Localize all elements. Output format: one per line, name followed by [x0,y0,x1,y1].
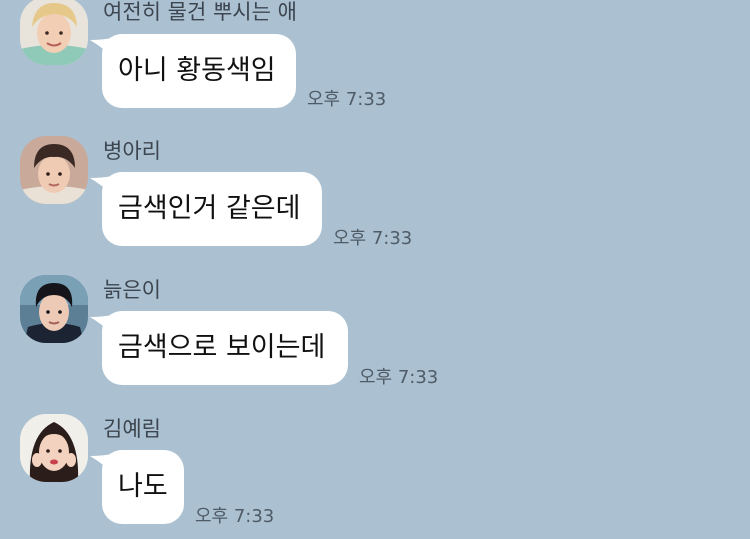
sender-name: 여전히 물건 뿌시는 애 [103,0,297,24]
message-time: 오후 7:33 [359,367,439,388]
message-text: 나도 [118,471,168,502]
sender-name: 김예림 [103,417,161,441]
message-bubble[interactable]: 금색으로 보이는데 [102,311,348,385]
message-text: 금색으로 보이는데 [118,332,326,363]
person-avatar-dark-hair [20,136,88,204]
message-time: 오후 7:33 [307,89,387,110]
message-bubble[interactable]: 금색인거 같은데 [102,172,322,246]
chat-message: 병아리 금색인거 같은데 오후 7:33 [0,136,750,256]
message-text: 금색인거 같은데 [118,193,301,224]
avatar[interactable] [20,136,88,204]
avatar[interactable] [20,0,88,65]
avatar[interactable] [20,414,88,482]
avatar[interactable] [20,275,88,343]
message-bubble[interactable]: 아니 황동색임 [102,34,296,108]
chat-message: 김예림 나도 오후 7:33 [0,414,750,539]
message-text: 아니 황동색임 [118,55,276,86]
sender-name: 병아리 [103,139,161,163]
chat-screen: { "messages": [ {"sender": "여전히 물건 뿌시는 애… [0,0,750,539]
chat-message: 늙은이 금색으로 보이는데 오후 7:33 [0,275,750,395]
chat-message: 여전히 물건 뿌시는 애 아니 황동색임 오후 7:33 [0,0,750,120]
person-avatar-blond-hair [20,0,88,65]
message-time: 오후 7:33 [333,228,413,249]
message-time: 오후 7:33 [195,506,275,527]
message-bubble[interactable]: 나도 [102,450,184,524]
person-avatar-black-hair [20,275,88,343]
sender-name: 늙은이 [103,278,161,302]
person-avatar-long-hair [20,414,88,482]
